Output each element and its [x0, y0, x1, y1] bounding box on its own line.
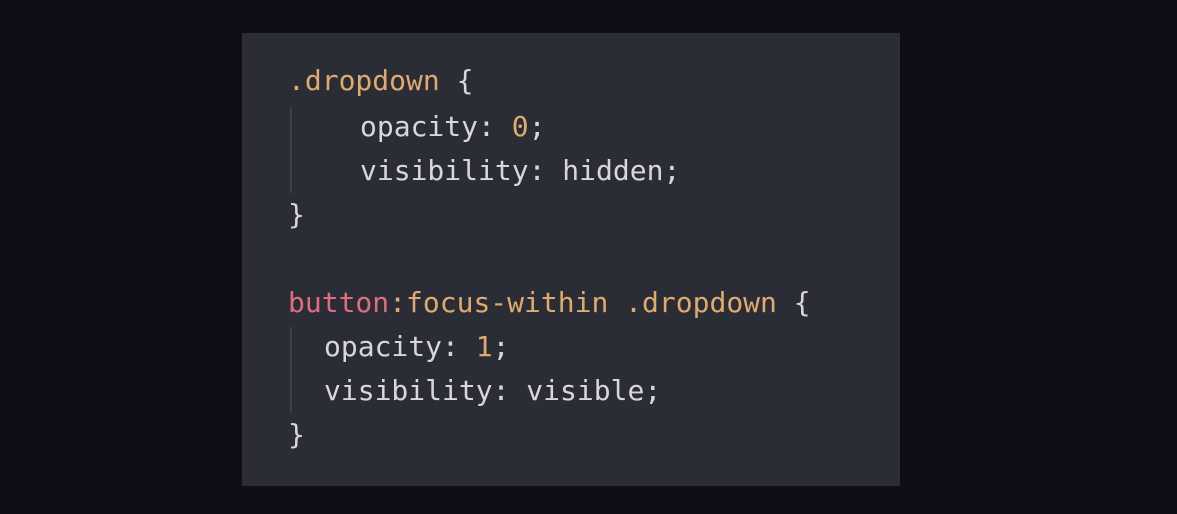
code-line-rule1-decl1: opacity: 0;	[360, 107, 545, 147]
css-keyword-value: hidden	[562, 154, 664, 187]
code-line-rule2-close: }	[288, 415, 305, 455]
code-line-rule1-close: }	[288, 195, 305, 235]
indent-guide	[290, 107, 292, 193]
code-line-rule2-decl1: opacity: 1;	[324, 327, 509, 367]
css-number-value: 0	[511, 110, 529, 143]
css-property: opacity	[360, 110, 479, 143]
code-line-rule1-decl2: visibility: hidden;	[360, 151, 680, 191]
indent-guide	[290, 327, 292, 413]
css-class-selector: .dropdown	[625, 286, 777, 319]
colon: :	[442, 330, 459, 363]
css-keyword-value: visible	[526, 374, 645, 407]
css-property: visibility	[360, 154, 529, 187]
css-pseudo-class: :focus-within	[389, 286, 609, 319]
semicolon: ;	[528, 110, 546, 143]
semicolon: ;	[492, 330, 510, 363]
semicolon: ;	[644, 374, 662, 407]
colon: :	[478, 110, 495, 143]
css-class-selector: .dropdown	[288, 64, 440, 97]
colon: :	[528, 154, 546, 187]
open-brace: {	[456, 64, 474, 97]
code-block: .dropdown { opacity: 0; visibility: hidd…	[242, 33, 900, 486]
code-line-rule2-decl2: visibility: visible;	[324, 371, 661, 411]
semicolon: ;	[663, 154, 681, 187]
code-line-rule2-selector: button:focus-within .dropdown {	[288, 283, 811, 323]
css-property: opacity	[324, 330, 443, 363]
code-line-rule1-selector: .dropdown {	[288, 61, 473, 101]
css-tag-selector: button	[288, 286, 390, 319]
css-property: visibility	[324, 374, 493, 407]
close-brace: }	[288, 198, 305, 231]
open-brace: {	[793, 286, 811, 319]
css-number-value: 1	[475, 330, 493, 363]
close-brace: }	[288, 418, 305, 451]
colon: :	[492, 374, 510, 407]
